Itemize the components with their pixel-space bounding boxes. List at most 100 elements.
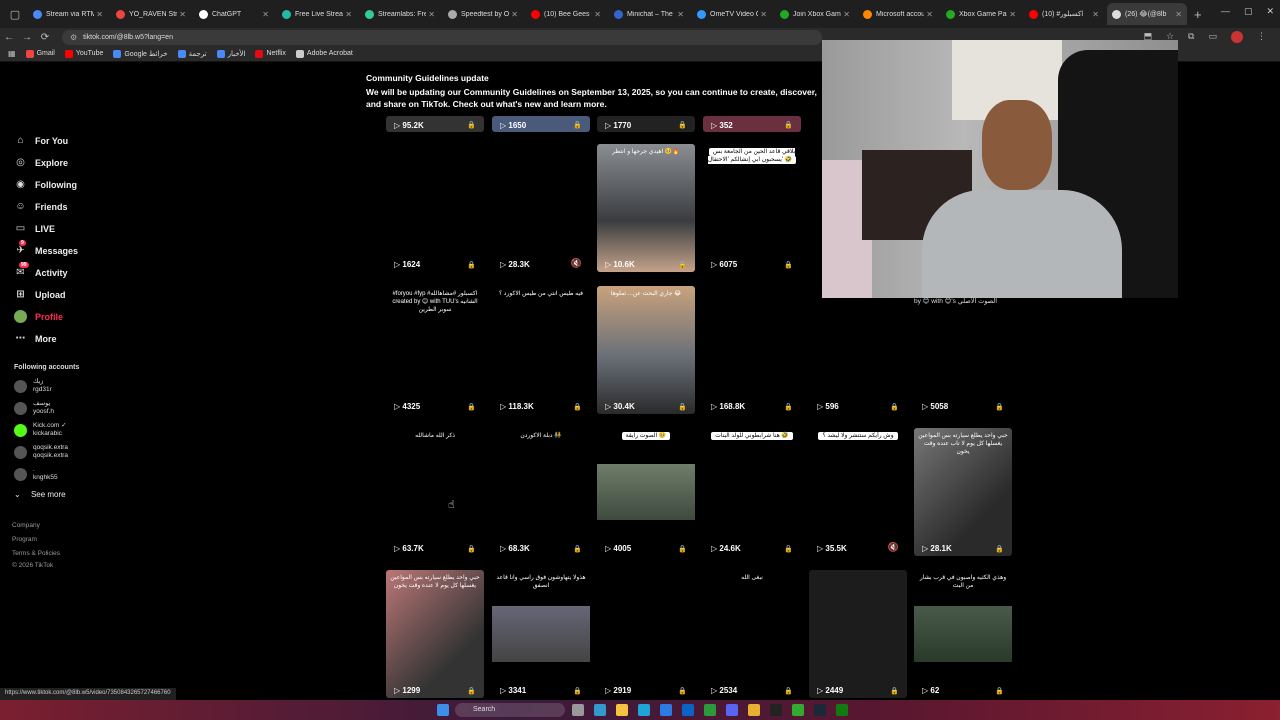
video-tile[interactable]: ▷ 596 🔒 — [809, 286, 907, 414]
video-tile[interactable]: ▷ 1624 🔒 — [386, 144, 484, 272]
mute-icon[interactable]: 🔇 — [888, 542, 899, 553]
video-tile[interactable]: بلاقي قاعد الحين من الجامعة بس يسحبون اب… — [703, 144, 801, 272]
browser-tab[interactable]: Free Live Stream✕ — [277, 3, 357, 25]
tab-close-icon[interactable]: ✕ — [96, 10, 103, 19]
tab-close-icon[interactable]: ✕ — [594, 10, 601, 19]
video-tile[interactable]: حبي واحد يطلع سيارته بس المواعين يغسلها … — [914, 428, 1012, 556]
video-tile[interactable]: الصوت رايقة 🥺 ▷ 4005 🔒 — [597, 428, 695, 556]
guidelines-banner[interactable]: Community Guidelines update We will be u… — [366, 73, 826, 110]
discord-icon[interactable] — [726, 704, 738, 716]
extensions-icon[interactable]: ⧉ — [1188, 31, 1194, 43]
video-tile[interactable]: دبلة الاكوردن 🧑‍🤝‍🧑 ▷ 68.3K 🔒 — [492, 428, 590, 556]
video-tile[interactable]: نبغى الله ▷ 2534 🔒 — [703, 570, 801, 698]
sidebar-item-activity[interactable]: ✉ 99 Activity — [14, 262, 68, 279]
browser-tab[interactable]: ChatGPT ✕ — [194, 3, 274, 25]
calculator-icon[interactable] — [792, 704, 804, 716]
video-tile[interactable]: ▷ 1770 🔒 — [597, 116, 695, 132]
video-tile[interactable]: ▷ 352 🔒 — [703, 116, 801, 132]
sidebar-item-more[interactable]: ⋯ More — [14, 332, 57, 345]
tab-actions-icon[interactable]: ▢ — [6, 5, 24, 23]
forward-icon[interactable]: → — [18, 32, 36, 43]
video-tile[interactable]: هنا شرابطوني للولد البنات 🤣 ▷ 24.6K 🔒 — [703, 428, 801, 556]
reload-icon[interactable]: ⟳ — [36, 32, 54, 43]
bookmark-item[interactable]: Gmail — [25, 49, 55, 58]
browser-tab[interactable]: (10) Bee Gees - ✕ — [526, 3, 606, 25]
menu-icon[interactable]: ⋮ — [1257, 31, 1266, 43]
steam-icon[interactable] — [814, 704, 826, 716]
profile-avatar-icon[interactable] — [1231, 31, 1243, 43]
following-account[interactable]: . knghk55 — [14, 466, 58, 482]
tab-close-icon[interactable]: ✕ — [926, 10, 933, 19]
close-icon[interactable]: ✕ — [1266, 6, 1274, 17]
file-explorer-icon[interactable] — [616, 704, 628, 716]
video-tile[interactable]: #foryou #fyp #اكسبلور #مشاهالله created … — [386, 286, 484, 414]
minimize-icon[interactable]: — — [1221, 6, 1230, 17]
tab-close-icon[interactable]: ✕ — [1092, 10, 1099, 19]
following-account[interactable]: Kick.com ✓ kickarabic — [14, 422, 67, 438]
tab-close-icon[interactable]: ✕ — [760, 10, 767, 19]
bookmark-item[interactable]: Adobe Acrobat — [295, 49, 353, 58]
store-icon[interactable] — [660, 704, 672, 716]
sidebar-item-profile[interactable]: Profile — [14, 310, 63, 323]
see-more-button[interactable]: ⌄ See more — [14, 490, 66, 499]
copilot-icon[interactable] — [594, 704, 606, 716]
following-account[interactable]: زيك rgd31r — [14, 378, 52, 394]
start-icon[interactable] — [437, 704, 449, 716]
browser-tab[interactable]: Speedtest by Ook✕ — [443, 3, 523, 25]
bookmark-item[interactable]: YouTube — [64, 49, 103, 58]
browser-tab[interactable]: Stream via RTMP✕ — [28, 3, 108, 25]
outlook-icon[interactable] — [682, 704, 694, 716]
tab-close-icon[interactable]: ✕ — [345, 10, 352, 19]
sidebar-item-for-you[interactable]: ⌂ For You — [14, 134, 68, 147]
video-tile[interactable]: وش رأيكم ستتشر ولا ليشد ؟ ▷ 35.5K 🔇 — [809, 428, 907, 556]
sidepanel-icon[interactable]: ▭ — [1208, 31, 1217, 43]
obs-icon[interactable] — [770, 704, 782, 716]
edge-icon[interactable] — [638, 704, 650, 716]
video-tile[interactable]: ▷ 1650 🔒 — [492, 116, 590, 132]
video-tile[interactable]: ▷ 2449 🔒 — [809, 570, 907, 698]
tab-close-icon[interactable]: ✕ — [511, 10, 518, 19]
video-tile[interactable]: ▷ 5058 🔒 — [914, 286, 1012, 414]
bookmark-item[interactable]: Netflix — [255, 49, 286, 58]
video-tile[interactable]: هذولا يتهاوشون فوق راسي وانا قاعد انصفق ▷… — [492, 570, 590, 698]
back-icon[interactable]: ← — [0, 32, 18, 43]
browser-tab[interactable]: Microsoft accou ✕ — [858, 3, 938, 25]
sidebar-item-messages[interactable]: ✈ 9 Messages — [14, 240, 78, 257]
video-tile[interactable]: فيه طيس انتي من طيس الاكورد ؟ ▷ 118.3K 🔒 — [492, 286, 590, 414]
xbox-icon[interactable] — [836, 704, 848, 716]
browser-tab[interactable]: Streamlabs: Free✕ — [360, 3, 440, 25]
site-info-icon[interactable]: ⚙ — [70, 33, 77, 42]
tab-close-icon[interactable]: ✕ — [677, 10, 684, 19]
chrome-icon[interactable] — [748, 704, 760, 716]
tab-close-icon[interactable]: ✕ — [428, 10, 435, 19]
sidebar-item-live[interactable]: ▭ LIVE — [14, 222, 55, 235]
tab-close-icon[interactable]: ✕ — [1175, 10, 1182, 19]
bookmark-item[interactable]: Google خرائط — [113, 49, 168, 58]
video-tile[interactable]: ▷ 95.2K 🔒 — [386, 116, 484, 132]
browser-tab[interactable]: (10) #اكسبلور ✕ — [1024, 3, 1104, 25]
video-tile[interactable]: ذكر الله ماشالله ▷ 63.7K 🔒 — [386, 428, 484, 556]
video-tile[interactable]: اهيدي جرحها و انتظر 🥺🔥 ▷ 10.6K 🔒 — [597, 144, 695, 272]
sidebar-item-upload[interactable]: ⊞ Upload — [14, 288, 65, 301]
tab-close-icon[interactable]: ✕ — [262, 10, 269, 19]
sidebar-item-explore[interactable]: ◎ Explore — [14, 156, 68, 169]
bookmark-item[interactable]: الأخبار — [216, 49, 245, 58]
browser-tab[interactable]: Minichat – The F ✕ — [609, 3, 689, 25]
tab-close-icon[interactable]: ✕ — [843, 10, 850, 19]
video-tile[interactable]: جاري البحث عن... ثملوها 😂 ▷ 30.4K 🔒 — [597, 286, 695, 414]
tab-close-icon[interactable]: ✕ — [179, 10, 186, 19]
task-view-icon[interactable] — [572, 704, 584, 716]
browser-tab[interactable]: Xbox Game Pass✕ — [941, 3, 1021, 25]
video-tile[interactable]: ▷ 28.3K 🔇 — [492, 144, 590, 272]
following-account[interactable]: يوسف yoosf.h — [14, 400, 54, 416]
taskbar-search[interactable]: Search — [455, 703, 565, 717]
video-tile[interactable]: ▷ 2919 🔒 — [597, 570, 695, 698]
video-tile[interactable]: وهذي الكثيه واصبون في قرب بشار من البث ▷ … — [914, 570, 1012, 698]
browser-tab[interactable]: YO_RAVEN Stream✕ — [111, 3, 191, 25]
browser-tab[interactable]: Join Xbox Game ✕ — [775, 3, 855, 25]
tab-close-icon[interactable]: ✕ — [1009, 10, 1016, 19]
video-tile[interactable]: حبي واحد يطلع سيارته بس المواعين يغسلها … — [386, 570, 484, 698]
video-tile[interactable]: ▷ 168.8K 🔒 — [703, 286, 801, 414]
footer-link[interactable]: Company — [12, 522, 40, 529]
following-account[interactable]: qoqsik.extra qoqsik.extra — [14, 444, 68, 460]
